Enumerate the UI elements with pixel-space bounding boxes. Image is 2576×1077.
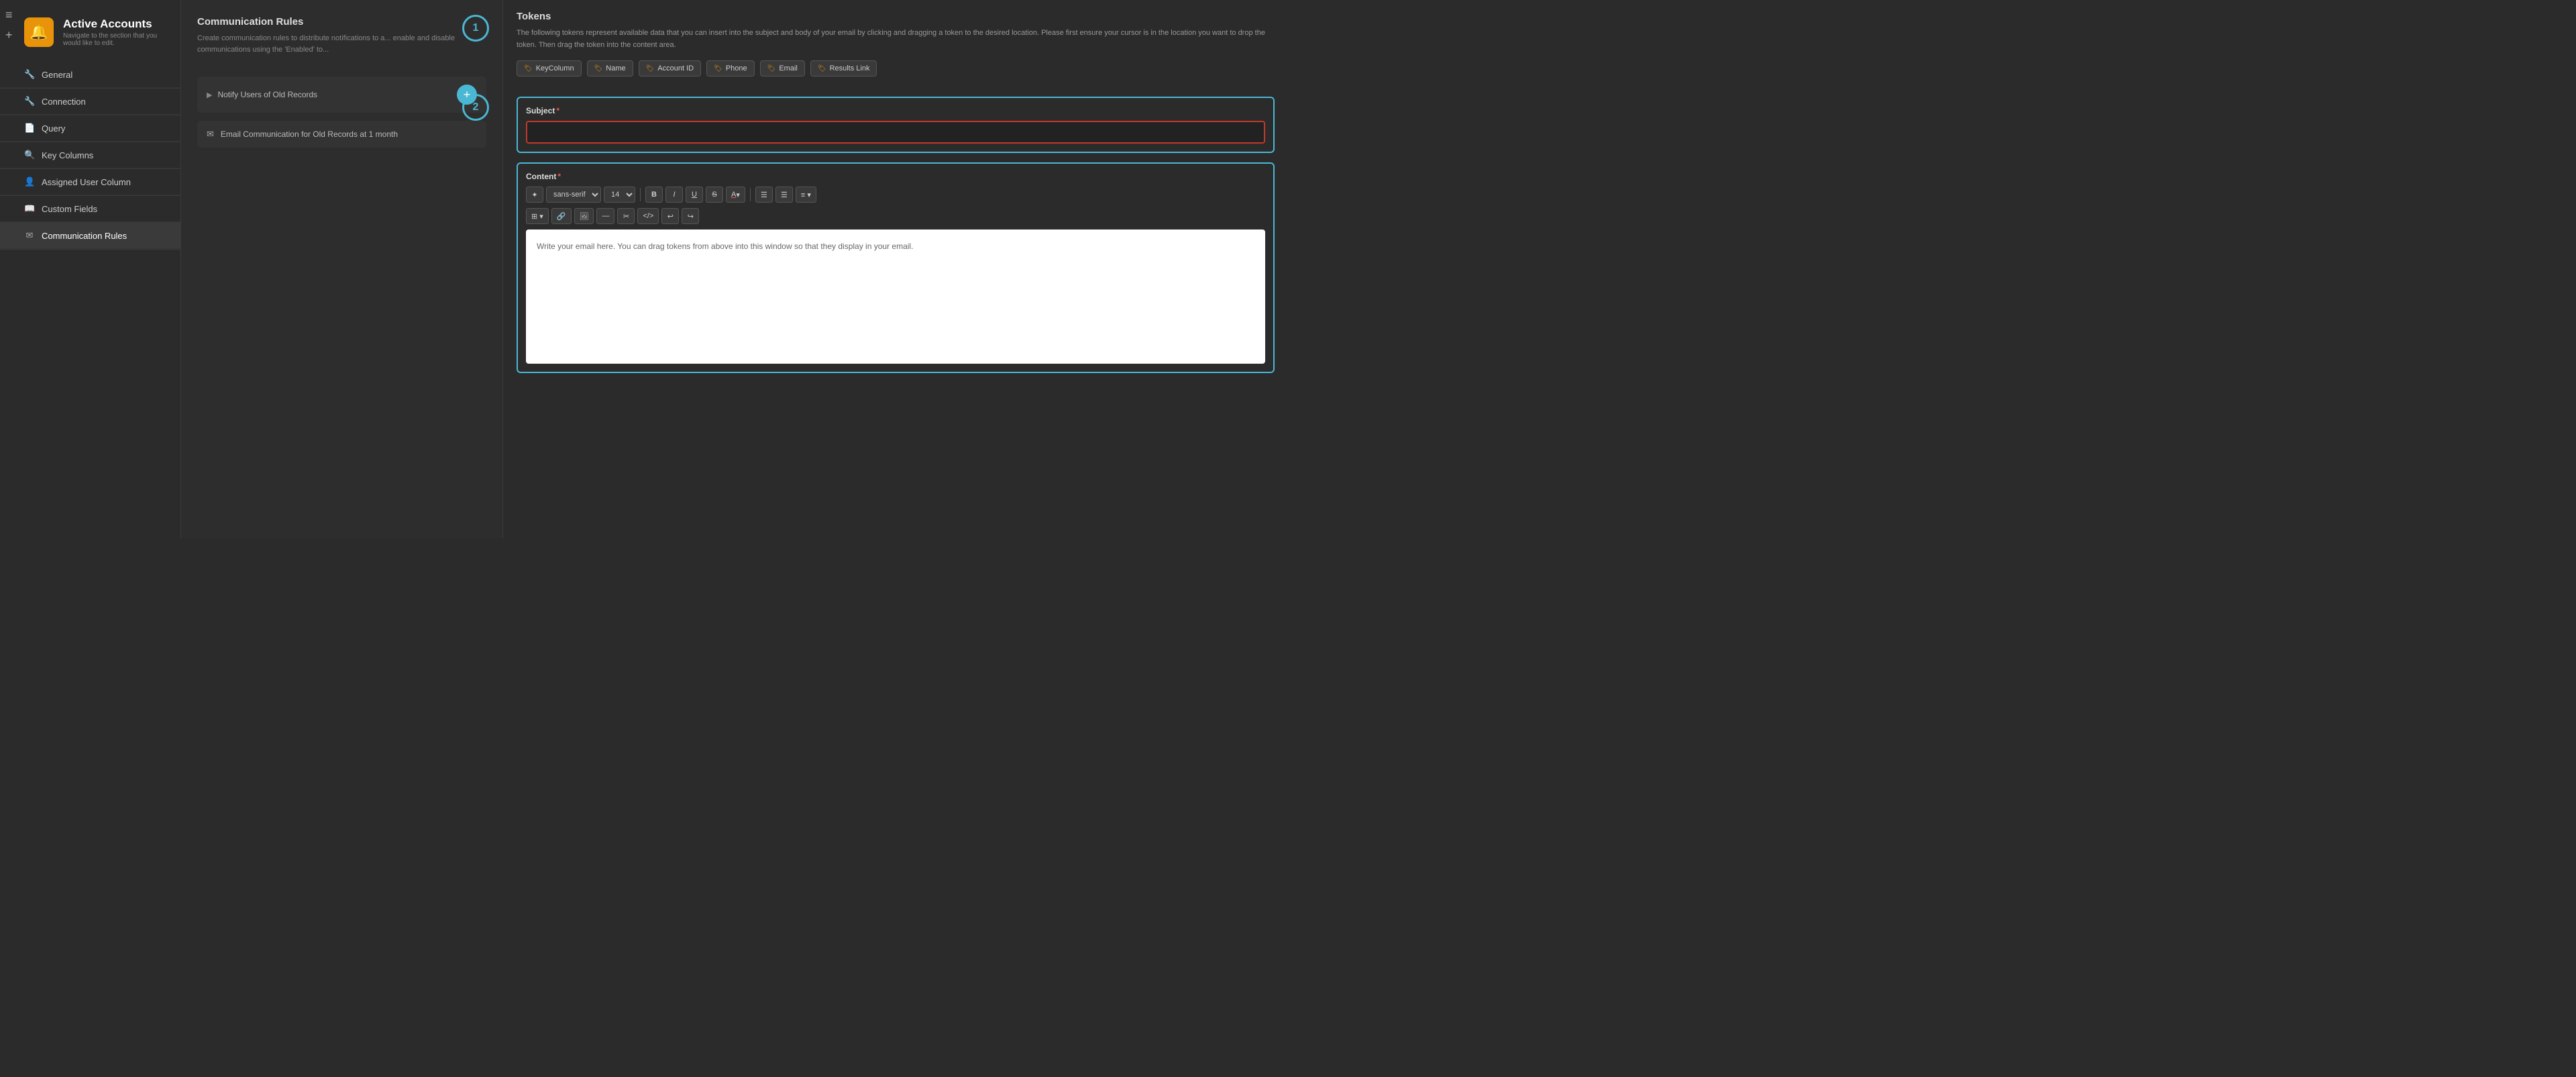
link-btn[interactable]: 🔗 <box>551 208 572 224</box>
tag-icon: 🏷 <box>594 65 603 72</box>
editor-area[interactable]: Write your email here. You can drag toke… <box>526 229 1265 364</box>
sidebar-item-label: Query <box>42 123 65 134</box>
email-row-label: Email Communication for Old Records at 1… <box>221 130 398 139</box>
sidebar-subtitle: Navigate to the section that you would l… <box>63 32 170 47</box>
underline-btn[interactable]: U <box>686 187 703 203</box>
token-pill-email[interactable]: 🏷 Email <box>760 60 805 76</box>
toolbar-row2: ⊞ ▾ 🔗 🖼 — ✂ </> ↩ ↪ <box>526 208 1265 224</box>
notify-row: ▶ Notify Users of Old Records + <box>197 76 486 113</box>
toolbar-divider-2 <box>750 188 751 201</box>
search-icon: 🔍 <box>24 150 35 160</box>
list-ordered-btn[interactable]: ☰ <box>775 187 793 203</box>
strikethrough-btn[interactable]: S <box>706 187 723 203</box>
sidebar-item-custom-fields[interactable]: 📖 Custom Fields <box>0 196 180 222</box>
align-btn[interactable]: ≡ ▾ <box>796 187 816 203</box>
notify-label: Notify Users of Old Records <box>217 90 317 99</box>
notify-section: ▶ Notify Users of Old Records + ✉ Email … <box>197 76 486 148</box>
main-content: Communication Rules Create communication… <box>181 0 1288 538</box>
subject-input[interactable] <box>526 121 1265 144</box>
magic-btn[interactable]: ✦ <box>526 187 543 203</box>
email-nav-icon: ✉ <box>24 230 35 241</box>
scissors-btn[interactable]: ✂ <box>617 208 635 224</box>
comm-rules-desc: Create communication rules to distribute… <box>197 33 486 55</box>
sidebar-title: Active Accounts <box>63 17 170 31</box>
sidebar-item-label: Key Columns <box>42 150 93 160</box>
code-btn[interactable]: </> <box>637 208 659 224</box>
undo-btn[interactable]: ↩ <box>661 208 679 224</box>
bold-btn[interactable]: B <box>645 187 663 203</box>
sidebar-item-general[interactable]: 🔧 General <box>0 62 180 88</box>
sidebar-item-query[interactable]: 📄 Query <box>0 115 180 142</box>
token-pill-label: Name <box>606 64 625 72</box>
content-section: Content* ✦ sans-serif 14 B I U S A ▾ ☰ ☰ <box>517 162 1275 373</box>
email-row[interactable]: ✉ Email Communication for Old Records at… <box>197 121 486 148</box>
sidebar-item-label: Connection <box>42 97 86 107</box>
table-btn[interactable]: ⊞ ▾ <box>526 208 549 224</box>
tag-icon: 🏷 <box>818 65 826 72</box>
tag-icon: 🏷 <box>714 65 722 72</box>
sidebar-item-connection[interactable]: 🔧 Connection <box>0 89 180 115</box>
tokens-section: Tokens The following tokens represent av… <box>517 11 1275 87</box>
sidebar-title-block: Active Accounts Navigate to the section … <box>63 17 170 47</box>
email-row-icon: ✉ <box>207 129 214 140</box>
redo-btn[interactable]: ↪ <box>682 208 699 224</box>
wrench-icon: 🔧 <box>24 69 35 80</box>
sidebar: ≡ + 🔔 Active Accounts Navigate to the se… <box>0 0 181 538</box>
font-color-btn[interactable]: A ▾ <box>726 187 745 203</box>
sidebar-item-label: Communication Rules <box>42 231 127 241</box>
tag-icon: 🏷 <box>524 65 533 72</box>
sidebar-item-label: Custom Fields <box>42 204 97 214</box>
image-btn[interactable]: 🖼 <box>574 208 594 224</box>
token-pill-label: Phone <box>726 64 747 72</box>
tokens-desc: The following tokens represent available… <box>517 28 1275 51</box>
comm-rules-title: Communication Rules <box>197 16 486 28</box>
toolbar-divider <box>640 188 641 201</box>
subject-required: * <box>556 106 559 115</box>
toolbar-row1: ✦ sans-serif 14 B I U S A ▾ ☰ ☰ ≡ ▾ <box>526 187 1265 203</box>
token-pill-key-column[interactable]: 🏷 KeyColumn <box>517 60 582 76</box>
token-pill-results-link[interactable]: 🏷 Results Link <box>810 60 877 76</box>
tag-icon: 🏷 <box>767 65 776 72</box>
italic-btn[interactable]: I <box>665 187 683 203</box>
token-pill-label: Results Link <box>830 64 870 72</box>
sidebar-header: 🔔 Active Accounts Navigate to the sectio… <box>0 7 180 54</box>
token-pill-label: KeyColumn <box>536 64 574 72</box>
tri-icon: ▶ <box>207 91 212 99</box>
token-pill-label: Account ID <box>657 64 694 72</box>
content-required: * <box>557 172 561 181</box>
user-icon: 👤 <box>24 176 35 187</box>
sidebar-item-key-columns[interactable]: 🔍 Key Columns <box>0 142 180 168</box>
right-panel: Tokens The following tokens represent av… <box>503 0 1288 538</box>
step-circle-1: 1 <box>462 15 489 42</box>
sidebar-item-label: General <box>42 70 72 80</box>
sidebar-nav: 🔧 General 🔧 Connection 📄 Query 🔍 Key Col… <box>0 62 180 250</box>
comm-rules-header: Communication Rules Create communication… <box>181 0 502 63</box>
font-select[interactable]: sans-serif <box>546 187 601 203</box>
sidebar-add-btn[interactable]: + <box>5 28 13 42</box>
wrench-icon-2: 🔧 <box>24 96 35 107</box>
token-pill-phone[interactable]: 🏷 Phone <box>706 60 755 76</box>
subject-label: Subject* <box>526 106 1265 115</box>
sidebar-item-assigned-user[interactable]: 👤 Assigned User Column <box>0 169 180 195</box>
token-pills: 🏷 KeyColumn 🏷 Name 🏷 Account ID 🏷 Phone … <box>517 60 1275 76</box>
subject-section: Subject* <box>517 97 1275 153</box>
hr-btn[interactable]: — <box>596 208 614 224</box>
list-unordered-btn[interactable]: ☰ <box>755 187 773 203</box>
book-icon: 📖 <box>24 203 35 214</box>
middle-panel: Communication Rules Create communication… <box>181 0 503 538</box>
content-label: Content* <box>526 172 1265 181</box>
doc-icon: 📄 <box>24 123 35 134</box>
bell-icon: 🔔 <box>24 17 54 47</box>
sidebar-item-communication-rules[interactable]: ✉ Communication Rules <box>0 223 180 249</box>
size-select[interactable]: 14 <box>604 187 635 203</box>
sidebar-item-label: Assigned User Column <box>42 177 131 187</box>
tokens-title: Tokens <box>517 11 1275 22</box>
token-pill-account-id[interactable]: 🏷 Account ID <box>639 60 702 76</box>
token-pill-name[interactable]: 🏷 Name <box>587 60 633 76</box>
tag-icon: 🏷 <box>646 65 655 72</box>
step-circle-2: 2 <box>462 94 489 121</box>
token-pill-label: Email <box>779 64 798 72</box>
sidebar-toggle[interactable]: ≡ <box>5 8 13 22</box>
editor-placeholder: Write your email here. You can drag toke… <box>537 242 913 251</box>
